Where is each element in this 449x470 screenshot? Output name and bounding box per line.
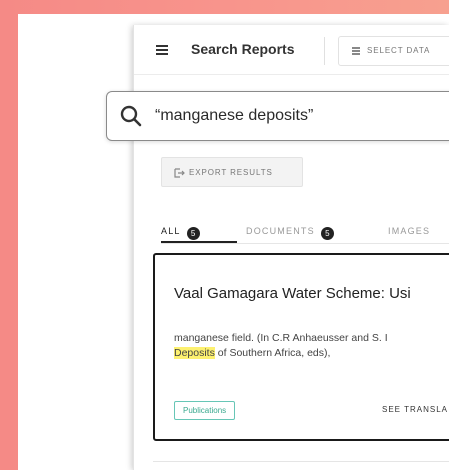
tab-all-label: ALL [161, 226, 181, 236]
publications-tag[interactable]: Publications [174, 401, 236, 420]
search-icon [120, 105, 142, 127]
search-highlight: Deposits [174, 347, 215, 359]
snippet-line-1: manganese field. (In C.R Anhaeusser and … [174, 332, 388, 344]
app-header: Search Reports SELECT DATA [134, 25, 449, 75]
export-results-button[interactable]: EXPORT RESULTS [161, 157, 303, 187]
menu-icon[interactable] [156, 45, 168, 55]
select-data-label: SELECT DATA [367, 46, 431, 55]
result-snippet: manganese field. (In C.R Anhaeusser and … [174, 331, 449, 361]
tab-images[interactable]: IMAGES [388, 221, 430, 245]
export-results-label: EXPORT RESULTS [189, 168, 273, 177]
tab-images-label: IMAGES [388, 226, 431, 236]
header-divider [324, 37, 325, 65]
search-query: “manganese deposits” [155, 107, 314, 124]
result-title[interactable]: Vaal Gamagara Water Scheme: Usi [174, 285, 411, 302]
snippet-line-2: Deposits of Southern Africa, eds), [174, 346, 449, 361]
active-tab-indicator [161, 241, 237, 243]
result-card[interactable]: Vaal Gamagara Water Scheme: Usi manganes… [153, 253, 449, 441]
tab-documents[interactable]: DOCUMENTS 5 [246, 221, 334, 245]
tab-documents-count: 5 [320, 227, 334, 240]
select-data-button[interactable]: SELECT DATA [338, 36, 449, 66]
next-result-card [153, 461, 449, 470]
result-tabs: ALL 5 DOCUMENTS 5 IMAGES [134, 215, 449, 247]
page-title: Search Reports [191, 41, 295, 57]
tab-all-count: 5 [186, 227, 200, 240]
database-icon [352, 47, 360, 55]
snippet-line-2-rest: of Southern Africa, eds), [214, 347, 331, 359]
search-input[interactable]: “manganese deposits” [106, 91, 449, 141]
see-translation-link[interactable]: SEE TRANSLA [382, 405, 448, 414]
tab-documents-label: DOCUMENTS [246, 226, 315, 236]
export-icon [174, 168, 185, 178]
tabs-divider [161, 243, 449, 244]
